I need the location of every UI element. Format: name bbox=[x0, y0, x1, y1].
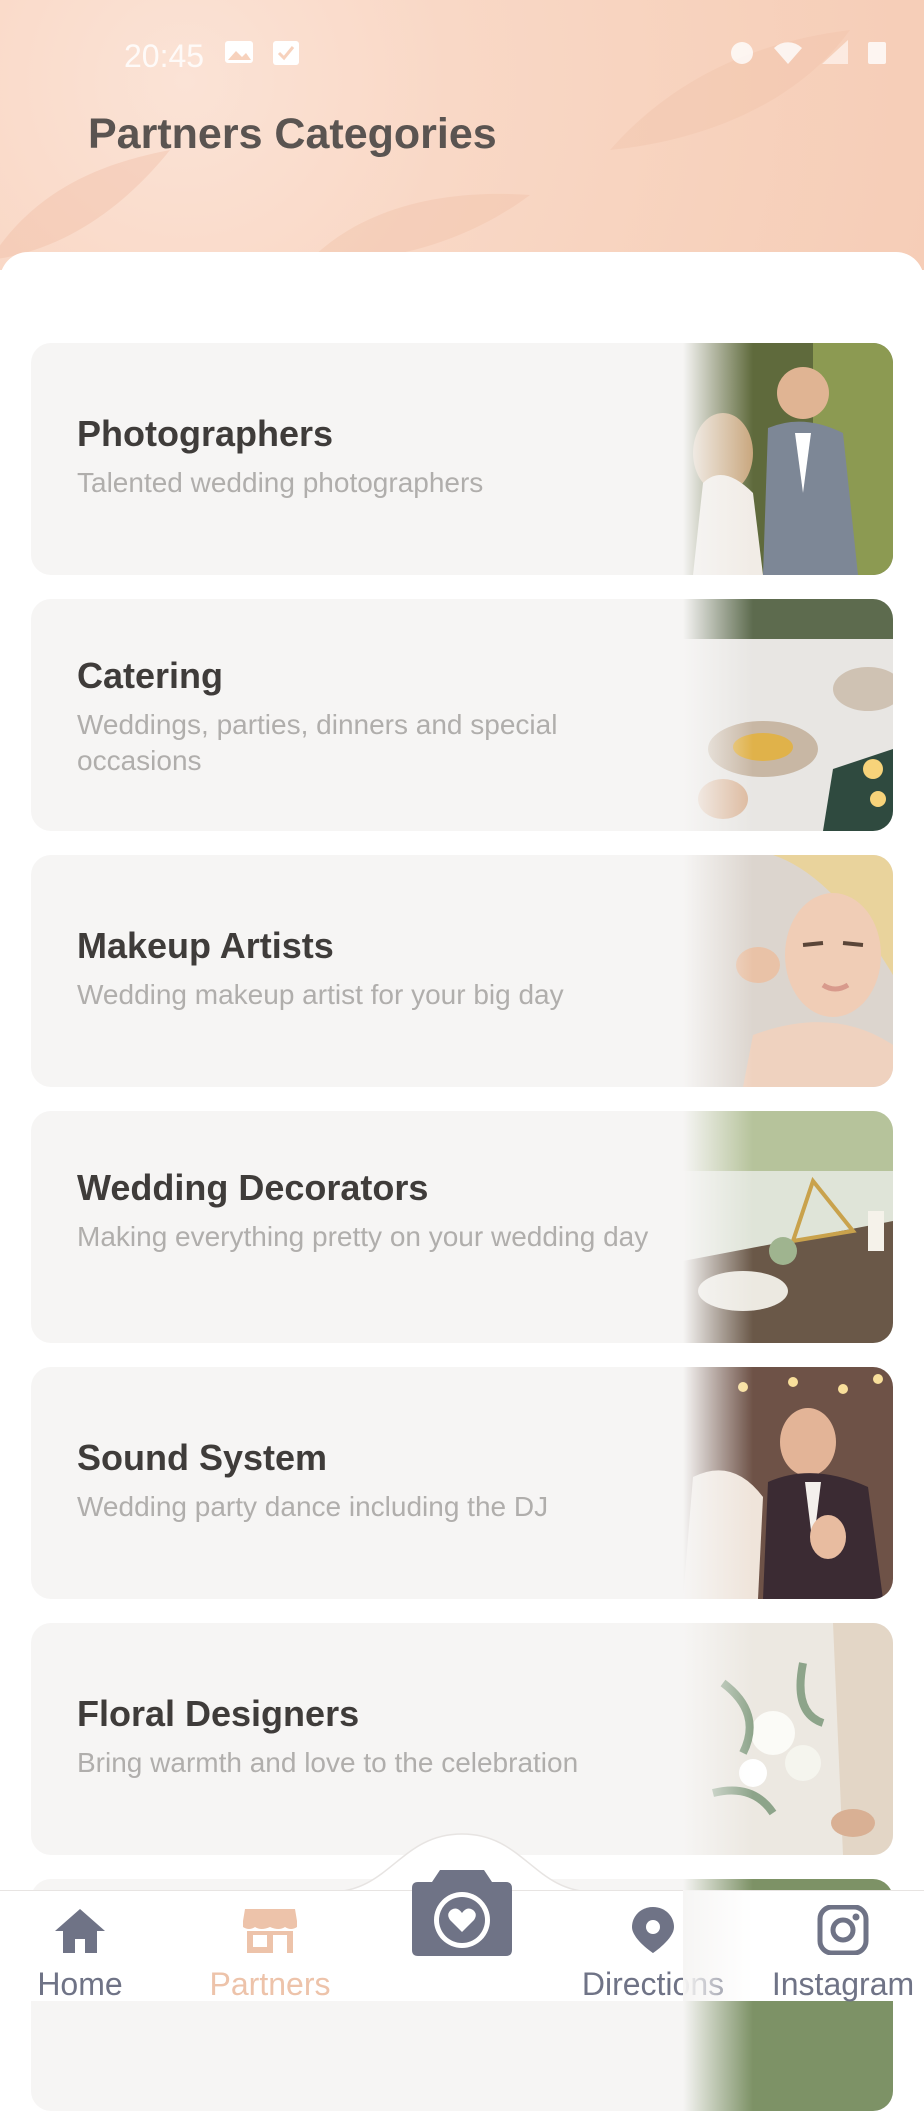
page-title: Partners Categories bbox=[88, 110, 497, 158]
category-subtitle: Wedding party dance including the DJ bbox=[77, 1491, 549, 1522]
nav-partners-label: Partners bbox=[209, 1966, 331, 2002]
content-sheet: Photographers Talented wedding photograp… bbox=[0, 252, 924, 2111]
category-title: Catering bbox=[77, 655, 224, 696]
nav-instagram-label: Instagram bbox=[771, 1966, 915, 2002]
image-notification-icon bbox=[225, 41, 253, 63]
category-card-wedding-decorators[interactable]: Wedding Decorators Making everything pre… bbox=[31, 1111, 893, 1343]
category-subtitle: Bring warmth and love to the celebration bbox=[77, 1747, 579, 1778]
battery-icon bbox=[868, 42, 886, 64]
status-bar: 20:45 bbox=[0, 30, 924, 80]
header-banner: 20:45 Partners Categories bbox=[0, 0, 924, 270]
camera-heart-button[interactable] bbox=[410, 1868, 514, 1958]
category-subtitle: Weddings, parties, dinners and special o… bbox=[77, 709, 558, 776]
category-card-catering[interactable]: Catering Weddings, parties, dinners and … bbox=[31, 599, 893, 831]
location-pin-icon bbox=[632, 1907, 674, 1953]
check-notification-icon bbox=[273, 41, 299, 65]
alarm-icon bbox=[731, 42, 753, 64]
category-title: Floral Designers bbox=[77, 1693, 360, 1734]
category-card-photographers[interactable]: Photographers Talented wedding photograp… bbox=[31, 343, 893, 575]
category-photo-sound-system bbox=[683, 1367, 893, 1599]
leaf-decoration bbox=[0, 150, 170, 259]
category-photo-makeup-artists bbox=[683, 855, 893, 1087]
category-card-sound-system[interactable]: Sound System Wedding party dance includi… bbox=[31, 1367, 893, 1599]
category-subtitle: Talented wedding photographers bbox=[77, 467, 484, 498]
home-icon bbox=[55, 1909, 105, 1953]
category-title: Wedding Decorators bbox=[77, 1167, 429, 1208]
category-card-floral-designers[interactable]: Floral Designers Bring warmth and love t… bbox=[31, 1623, 893, 1855]
category-title: Sound System bbox=[77, 1437, 328, 1478]
category-title: Makeup Artists bbox=[77, 925, 334, 966]
category-subtitle: Wedding makeup artist for your big day bbox=[77, 979, 564, 1010]
instagram-icon bbox=[817, 1904, 869, 1956]
nav-partners[interactable]: Partners bbox=[196, 1905, 344, 2003]
category-photo-catering bbox=[683, 599, 893, 831]
category-title: Photographers bbox=[77, 413, 334, 454]
nav-instagram[interactable]: Instagram bbox=[762, 1904, 924, 2003]
nav-home-label: Home bbox=[37, 1966, 123, 2002]
category-subtitle: Making everything pretty on your wedding… bbox=[77, 1221, 649, 1252]
category-photo-photographers bbox=[683, 343, 893, 575]
signal-icon bbox=[822, 40, 848, 64]
category-photo-floral-designers bbox=[683, 1623, 893, 1855]
category-card-makeup-artists[interactable]: Makeup Artists Wedding makeup artist for… bbox=[31, 855, 893, 1087]
storefront-icon bbox=[243, 1909, 297, 1953]
category-photo-wedding-decorators bbox=[683, 1111, 893, 1343]
wifi-icon bbox=[774, 42, 802, 64]
status-time: 20:45 bbox=[124, 38, 205, 74]
nav-home[interactable]: Home bbox=[28, 1905, 132, 2003]
